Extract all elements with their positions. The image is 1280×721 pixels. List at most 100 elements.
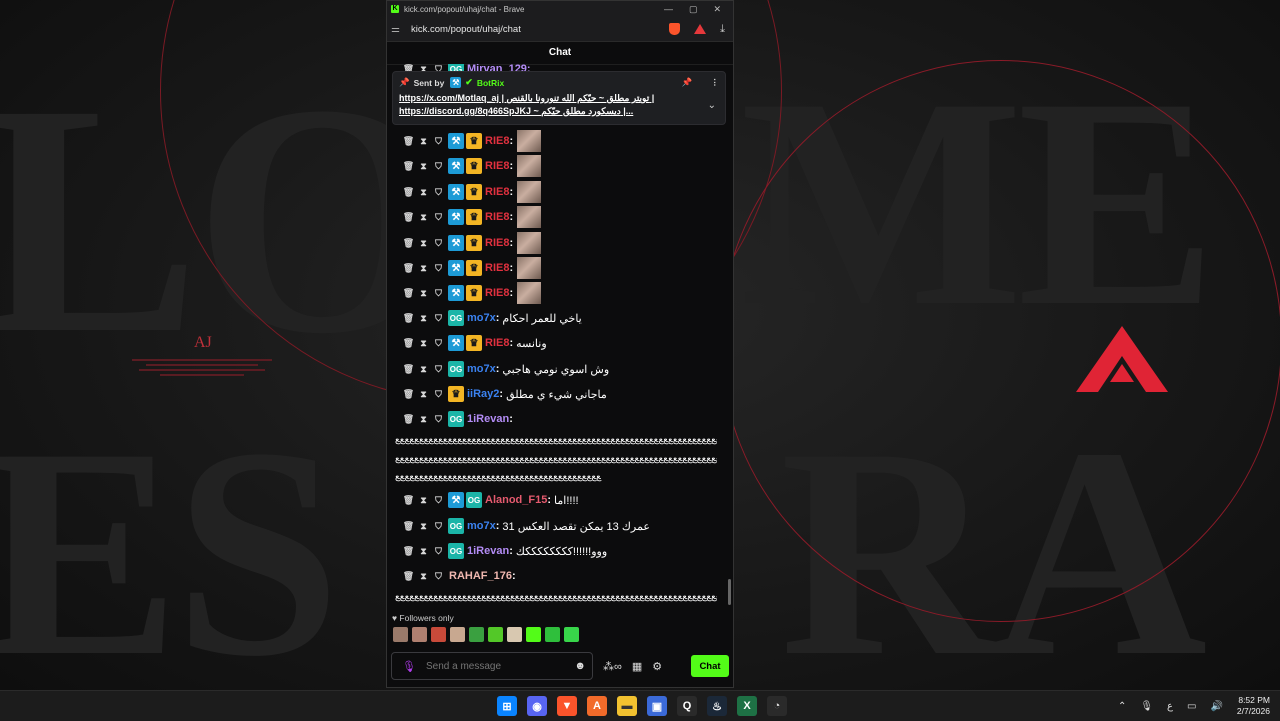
chat-username[interactable]: RIE8: [485, 186, 509, 198]
kicks-icon[interactable]: ⁂∞: [603, 660, 622, 673]
delete-icon[interactable]: 🗑: [401, 288, 416, 299]
app-blue-icon[interactable]: ▣: [647, 696, 667, 716]
shield-icon[interactable]: ⛉: [431, 495, 446, 506]
app-a-icon[interactable]: A: [587, 696, 607, 716]
emote-icon[interactable]: [507, 627, 522, 642]
shield-icon[interactable]: ⛉: [431, 313, 446, 324]
chat-username[interactable]: RIE8: [485, 337, 509, 349]
more-options-icon[interactable]: ⋮: [711, 77, 720, 88]
emote-icon[interactable]: [526, 627, 541, 642]
emote-icon[interactable]: [469, 627, 484, 642]
chat-username[interactable]: RIE8: [485, 262, 509, 274]
chat-username[interactable]: mo7x: [467, 363, 496, 375]
file-explorer-icon[interactable]: ▬: [617, 696, 637, 716]
timeout-icon[interactable]: ⧗: [416, 187, 431, 198]
chevron-down-icon[interactable]: ⌄: [708, 100, 716, 111]
shield-icon[interactable]: ⛉: [431, 338, 446, 349]
delete-icon[interactable]: 🗑: [401, 389, 416, 400]
network-icon[interactable]: ▭: [1187, 701, 1196, 712]
emote-icon[interactable]: [564, 627, 579, 642]
emoji-icon[interactable]: ☻: [574, 660, 586, 672]
shield-icon[interactable]: ⛉: [431, 238, 446, 249]
timeout-icon[interactable]: ⧗: [416, 364, 431, 375]
app-clock-icon[interactable]: ◔: [767, 696, 787, 716]
excel-icon[interactable]: X: [737, 696, 757, 716]
chat-username[interactable]: iiRay2: [467, 388, 499, 400]
timeout-icon[interactable]: ⧗: [416, 136, 431, 147]
chat-username[interactable]: RIE8: [485, 237, 509, 249]
delete-icon[interactable]: 🗑: [401, 187, 416, 198]
chat-username[interactable]: mo7x: [467, 312, 496, 324]
chat-username[interactable]: RIE8: [485, 211, 509, 223]
delete-icon[interactable]: 🗑: [401, 521, 416, 532]
shield-icon[interactable]: ⛉: [431, 521, 446, 532]
delete-icon[interactable]: 🗑: [401, 414, 416, 425]
pinned-line-twitter[interactable]: https://x.com/Motlaq_aj | تويتر مطلق ~ ح…: [399, 92, 701, 105]
chat-username[interactable]: 1iRevan: [467, 413, 509, 425]
timeout-icon[interactable]: ⧗: [416, 521, 431, 532]
emote-icon[interactable]: [431, 627, 446, 642]
delete-icon[interactable]: 🗑: [401, 313, 416, 324]
site-settings-icon[interactable]: ⚌: [391, 24, 405, 35]
settings-gear-icon[interactable]: ⚙: [652, 660, 662, 673]
close-icon[interactable]: ✕: [713, 4, 721, 15]
shield-icon[interactable]: ⛉: [431, 389, 446, 400]
delete-icon[interactable]: 🗑: [401, 136, 416, 147]
volume-icon[interactable]: 🔊: [1210, 701, 1222, 712]
minimize-icon[interactable]: —: [664, 4, 673, 15]
timeout-icon[interactable]: ⧗: [416, 338, 431, 349]
timeout-icon[interactable]: ⧗: [416, 389, 431, 400]
brave-icon[interactable]: ▼: [557, 696, 577, 716]
delete-icon[interactable]: 🗑: [401, 546, 416, 557]
steam-icon[interactable]: ♨: [707, 696, 727, 716]
chevron-up-icon[interactable]: ⌃: [1118, 701, 1126, 712]
timeout-icon[interactable]: ⧗: [416, 414, 431, 425]
timeout-icon[interactable]: ⧗: [416, 263, 431, 274]
emote-icon[interactable]: [412, 627, 427, 642]
emote-icon[interactable]: [488, 627, 503, 642]
timeout-icon[interactable]: ⧗: [416, 571, 431, 582]
brave-shields-icon[interactable]: [669, 23, 681, 35]
delete-icon[interactable]: 🗑: [401, 161, 416, 172]
chat-username[interactable]: mo7x: [467, 520, 496, 532]
emote-icon[interactable]: [393, 627, 408, 642]
chat-username[interactable]: 1iRevan: [467, 545, 509, 557]
delete-icon[interactable]: 🗑: [401, 571, 416, 582]
language-indicator[interactable]: ع: [1167, 701, 1173, 712]
delete-icon[interactable]: 🗑: [401, 495, 416, 506]
message-input-box[interactable]: 🎙 ☻: [391, 652, 593, 680]
shield-icon[interactable]: ⛉: [431, 571, 446, 582]
timeout-icon[interactable]: ⧗: [416, 238, 431, 249]
delete-icon[interactable]: 🗑: [401, 338, 416, 349]
chat-username[interactable]: RIE8: [485, 135, 509, 147]
scrollbar[interactable]: [728, 579, 731, 605]
timeout-icon[interactable]: ⧗: [416, 212, 431, 223]
delete-icon[interactable]: 🗑: [401, 212, 416, 223]
timeout-icon[interactable]: ⧗: [416, 288, 431, 299]
chat-username[interactable]: Alanod_F15: [485, 494, 547, 506]
delete-icon[interactable]: 🗑: [401, 263, 416, 274]
pinned-line-discord[interactable]: https://discord.gg/8q466SpJKJ ~ ديسكورد …: [399, 105, 701, 118]
shield-icon[interactable]: ⛉: [431, 187, 446, 198]
shield-icon[interactable]: ⛉: [431, 364, 446, 375]
timeout-icon[interactable]: ⧗: [416, 546, 431, 557]
chat-username[interactable]: RAHAF_176: [449, 570, 512, 582]
mic-tray-icon[interactable]: 🎙: [1140, 701, 1153, 712]
windows-start-icon[interactable]: ⊞: [497, 696, 517, 716]
store-icon[interactable]: ▦: [632, 660, 642, 673]
shield-icon[interactable]: ⛉: [431, 136, 446, 147]
delete-icon[interactable]: 🗑: [401, 364, 416, 375]
url-text[interactable]: kick.com/popout/uhaj/chat: [411, 24, 521, 35]
maximize-icon[interactable]: ▢: [689, 4, 698, 15]
emote-icon[interactable]: [545, 627, 560, 642]
clock[interactable]: 8:52 PM 2/7/2026: [1237, 695, 1270, 717]
shield-icon[interactable]: ⛉: [431, 263, 446, 274]
shield-icon[interactable]: ⛉: [431, 161, 446, 172]
timeout-icon[interactable]: ⧗: [416, 495, 431, 506]
unpin-icon[interactable]: 📌: [682, 77, 693, 88]
shield-icon[interactable]: ⛉: [431, 288, 446, 299]
message-input[interactable]: [423, 659, 568, 673]
timeout-icon[interactable]: ⧗: [416, 161, 431, 172]
microphone-icon[interactable]: 🎙: [402, 660, 416, 673]
chat-username[interactable]: RIE8: [485, 160, 509, 172]
